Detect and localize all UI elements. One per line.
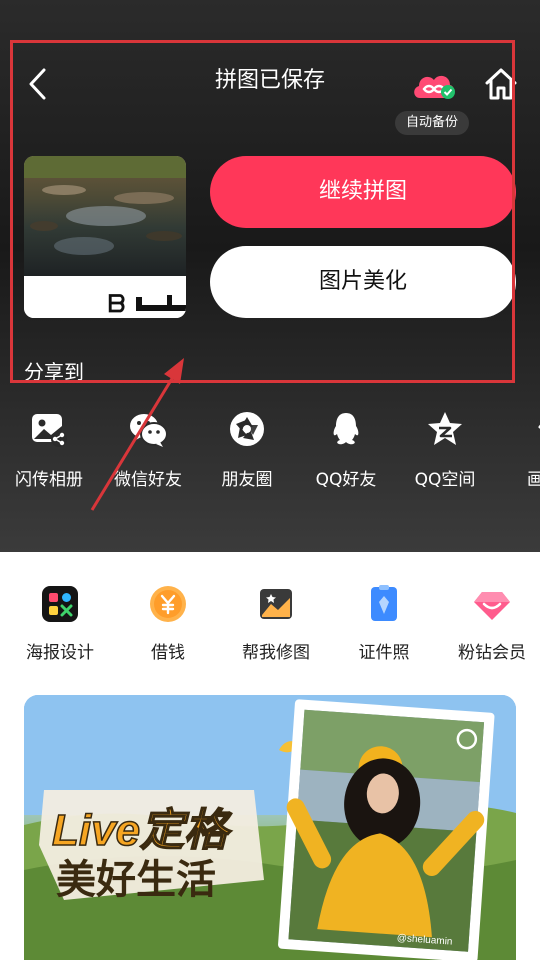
banner-artwork: Live定格 美好生活 @sheluamin — [24, 695, 516, 960]
share-item-label: 朋友圈 — [221, 470, 273, 490]
service-label: 粉钻会员 — [458, 643, 526, 663]
share-targets-row: 闪传相册 微信好友 朋友圈 QQ好友 QQ空间 画 — [0, 405, 540, 505]
home-icon — [485, 68, 517, 100]
id-photo-icon — [371, 585, 397, 621]
live-photo-promo-banner[interactable]: Live定格 美好生活 @sheluamin — [24, 695, 516, 960]
service-label: 海报设计 — [26, 643, 94, 663]
cloud-icon — [414, 75, 455, 99]
service-id-photo[interactable]: 证件照 — [330, 584, 438, 665]
service-photo-retouch[interactable]: 帮我修图 — [222, 584, 330, 665]
share-item-qzone[interactable]: QQ空间 — [396, 405, 494, 492]
qq-icon — [333, 413, 359, 445]
share-item-wechat[interactable]: 微信好友 — [99, 405, 197, 492]
pink-diamond-icon — [474, 592, 510, 620]
home-button[interactable] — [483, 66, 519, 102]
share-item-qq[interactable]: QQ好友 — [297, 405, 395, 492]
gallery-share-icon — [32, 414, 67, 447]
saved-collage-thumbnail[interactable]: ᗷ — [24, 156, 186, 318]
services-row: 海报设计 借钱 帮我修图 证件照 粉钻会员 — [0, 584, 540, 664]
share-item-label: QQ空间 — [414, 470, 476, 490]
collage-watermark: ᗷ — [108, 291, 125, 318]
poster-design-icon — [42, 586, 78, 622]
banner-photo-card: @sheluamin — [278, 699, 495, 960]
beautify-image-button[interactable]: 图片美化 — [210, 246, 516, 318]
share-item-moments[interactable]: 朋友圈 — [198, 405, 296, 492]
share-item-label: 闪传相册 — [15, 470, 83, 490]
banner-line-2: 美好生活 — [56, 858, 216, 902]
service-label: 证件照 — [358, 643, 410, 663]
moments-icon — [230, 412, 264, 446]
service-pink-diamond-vip[interactable]: 粉钻会员 — [438, 584, 540, 665]
share-item-label: 画 — [527, 470, 540, 490]
service-borrow-money[interactable]: 借钱 — [114, 584, 222, 665]
service-label: 帮我修图 — [242, 643, 310, 663]
wechat-icon — [130, 414, 168, 447]
auto-backup-tooltip: 自动备份 — [395, 111, 469, 135]
page-title: 拼图已保存 — [214, 68, 325, 93]
river-photo: ᗷ — [24, 156, 186, 318]
qzone-icon — [428, 412, 462, 445]
service-poster-design[interactable]: 海报设计 — [6, 584, 114, 665]
banner-line-1: Live定格 — [52, 806, 232, 855]
share-item-label: 微信好友 — [114, 470, 182, 490]
share-item-label: QQ好友 — [315, 470, 377, 490]
photo-retouch-icon — [260, 589, 292, 619]
share-item-more[interactable]: 画 — [495, 405, 540, 492]
continue-collage-button[interactable]: 继续拼图 — [210, 156, 516, 228]
share-item-gallery[interactable]: 闪传相册 — [0, 405, 98, 492]
share-to-label: 分享到 — [24, 360, 84, 384]
cloud-backup-button[interactable] — [410, 68, 458, 104]
service-label: 借钱 — [151, 643, 185, 663]
yuan-coin-icon — [150, 586, 186, 622]
